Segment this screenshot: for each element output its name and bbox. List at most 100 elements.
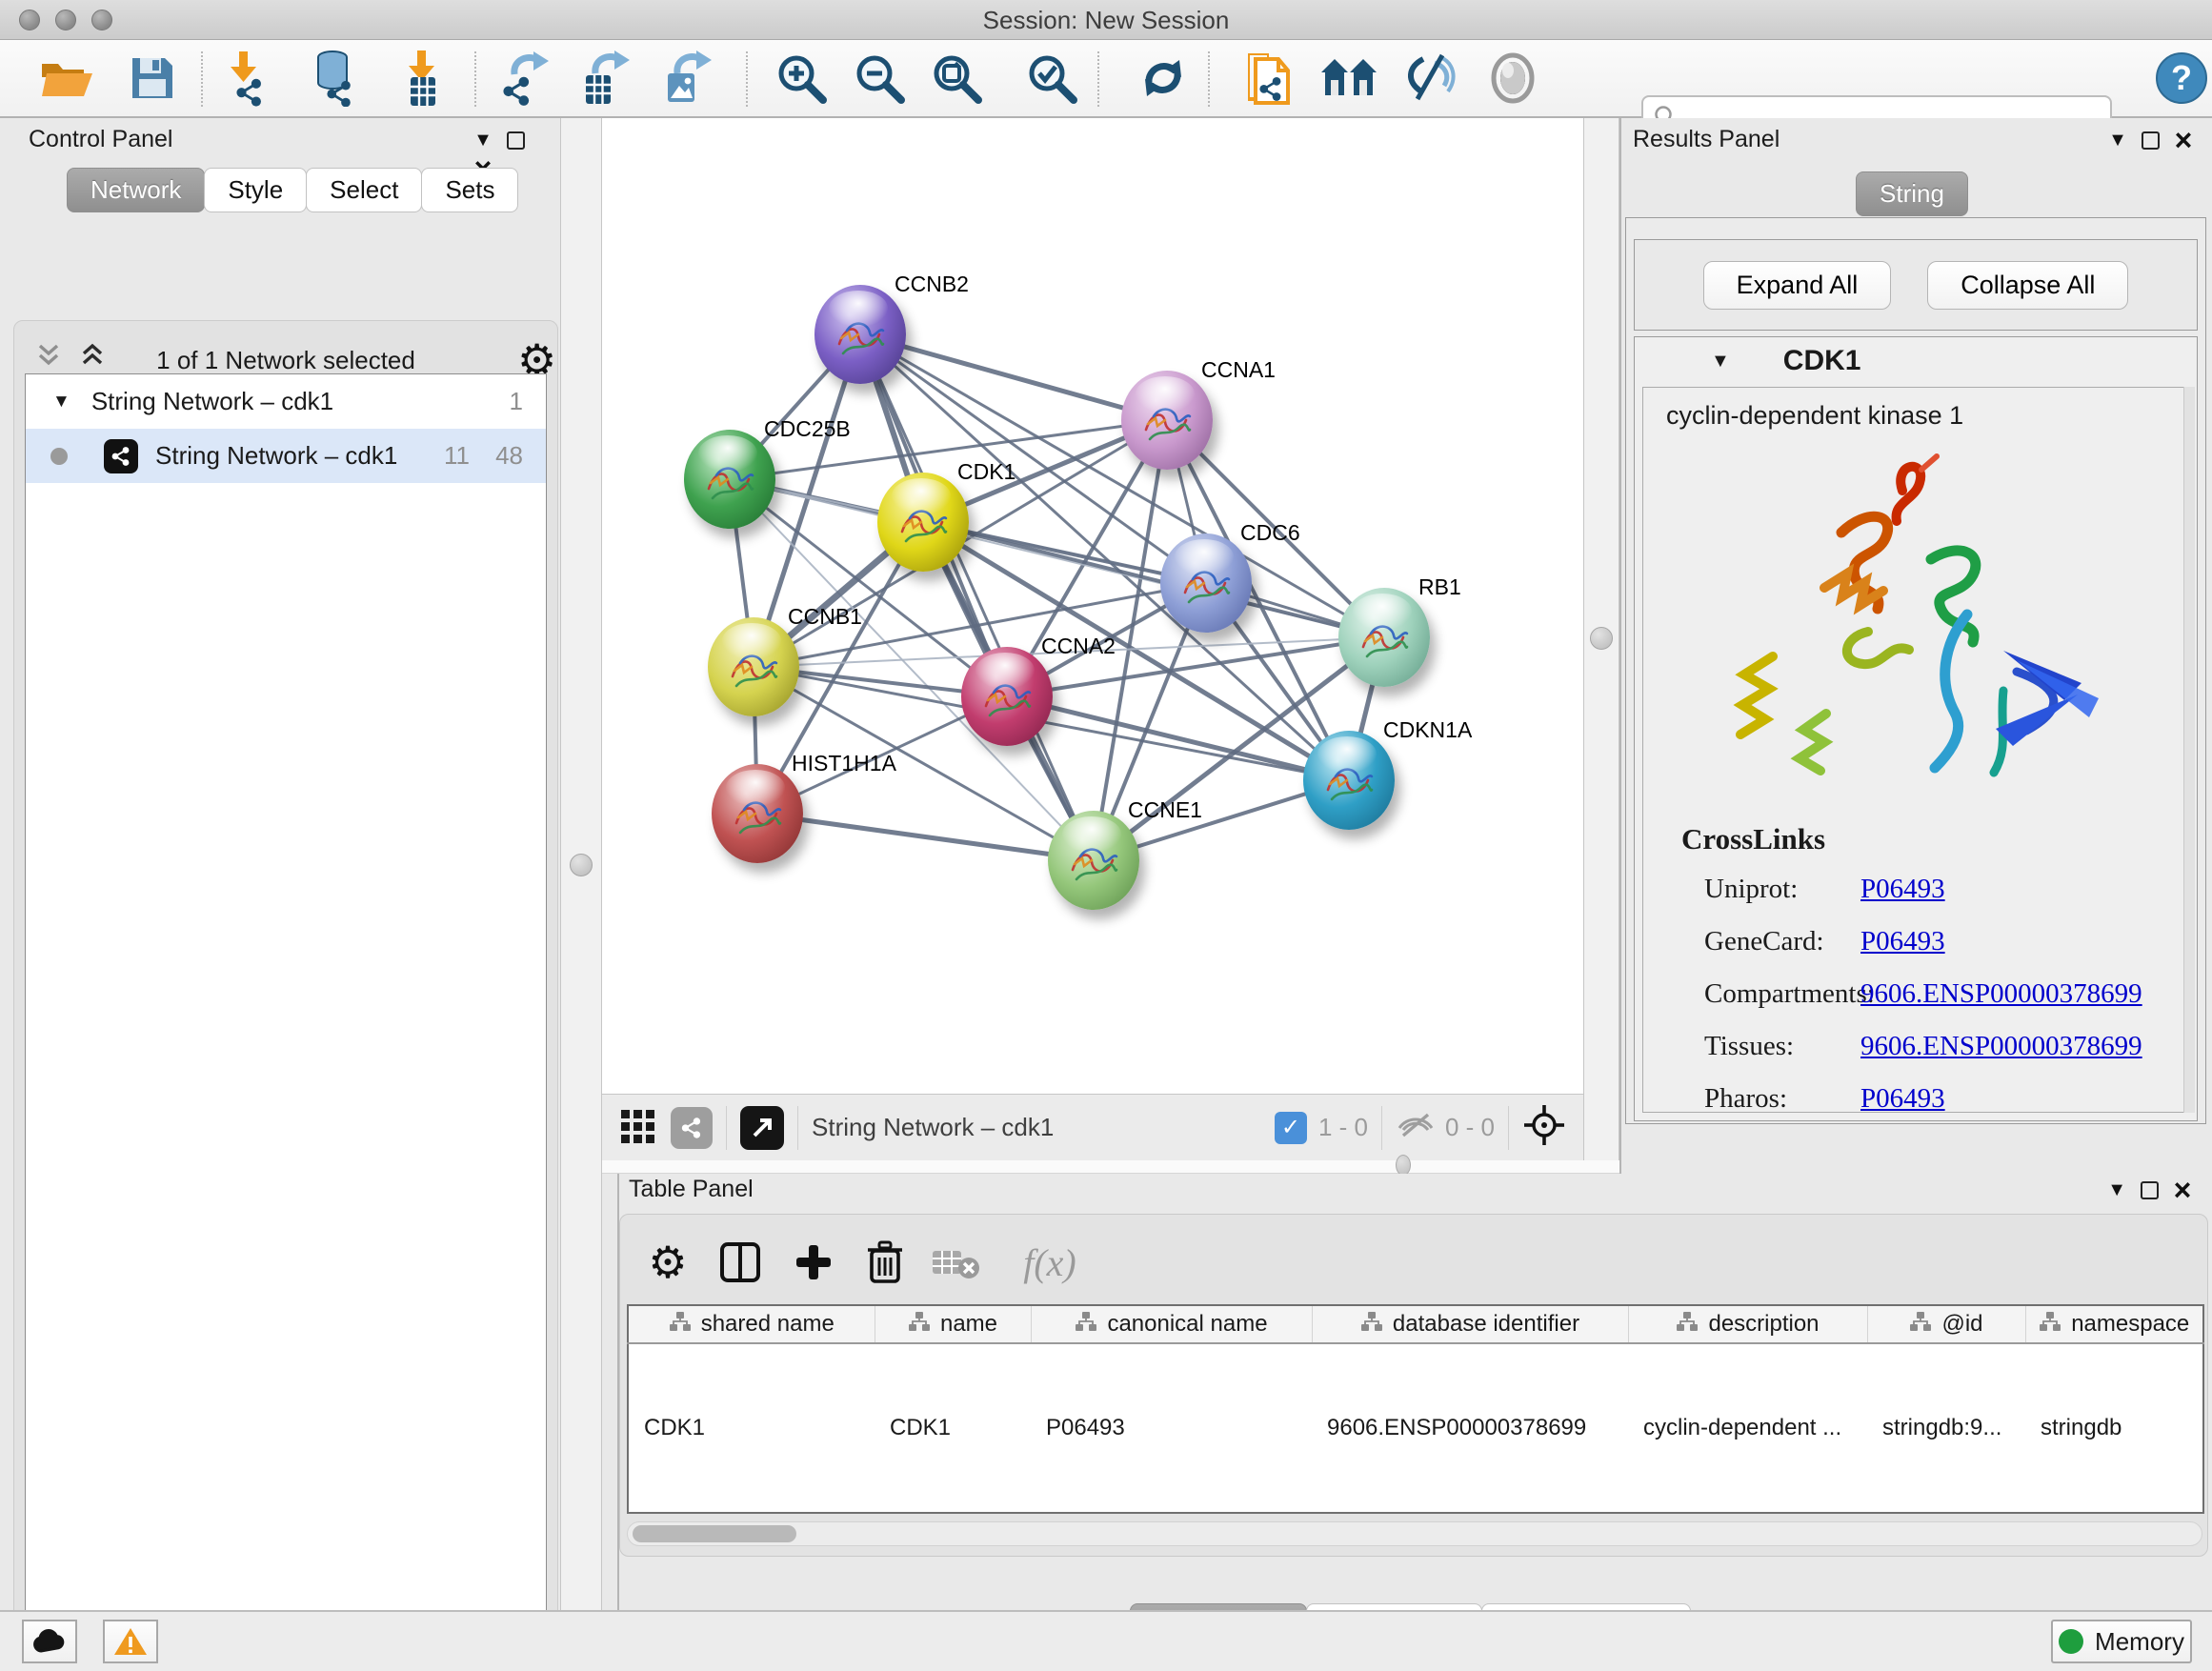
network-node-CDC25B[interactable] [684, 430, 775, 529]
zoom-out-button[interactable] [849, 50, 910, 111]
network-node-CCNA1[interactable] [1121, 371, 1213, 470]
collapse-all-button[interactable]: Collapse All [1927, 261, 2128, 310]
add-column-plus-icon[interactable] [787, 1236, 840, 1289]
cdk1-entry-header[interactable]: ▼ CDK1 [1635, 337, 2197, 385]
share-document-button[interactable] [1237, 50, 1297, 111]
network-node-CCNB2[interactable] [814, 285, 906, 384]
results-scrollbar[interactable] [2183, 387, 2195, 1113]
network-node-CDKN1A[interactable] [1303, 731, 1395, 830]
column-header-database-identifier[interactable]: database identifier [1312, 1305, 1628, 1343]
table-scrollbar[interactable] [627, 1521, 2202, 1546]
toolbar-separator [201, 51, 203, 107]
sphere-button[interactable] [1482, 50, 1543, 111]
network-view-share-icon[interactable] [671, 1107, 713, 1149]
left-splitter-knob[interactable] [570, 854, 593, 876]
network-collection-row[interactable]: ▼ String Network – cdk1 1 [26, 374, 546, 429]
table-cell[interactable]: CDK1 [628, 1343, 875, 1513]
delete-table-icon[interactable] [929, 1236, 982, 1289]
cloud-button[interactable] [22, 1620, 77, 1663]
control-panel-title: Control Panel [29, 126, 172, 152]
network-node-CCNB1[interactable] [708, 617, 799, 716]
control-panel-float-button[interactable] [501, 126, 530, 154]
delete-column-trash-icon[interactable] [858, 1236, 912, 1289]
hidden-eye-icon[interactable] [1396, 1109, 1436, 1146]
memory-button[interactable]: Memory [2051, 1620, 2192, 1663]
table-panel-menu-button[interactable]: ▼ [2102, 1176, 2131, 1204]
table-box: ⚙ f(x) shared namenamecanonical namedata… [619, 1214, 2208, 1557]
function-builder-icon[interactable]: f(x) [997, 1236, 1102, 1289]
control-panel-menu-button[interactable]: ▼ [469, 126, 497, 154]
crosslink-link-genecard[interactable]: P06493 [1860, 926, 1945, 957]
tab-string[interactable]: String [1856, 171, 1968, 216]
column-header-shared-name[interactable]: shared name [628, 1305, 875, 1343]
fit-content-crosshair-icon[interactable] [1522, 1103, 1566, 1152]
refresh-button[interactable] [1133, 50, 1194, 111]
selected-checkbox-icon[interactable]: ✓ [1275, 1112, 1307, 1144]
table-scrollbar-thumb[interactable] [633, 1525, 796, 1542]
network-canvas[interactable]: CCNB2CCNA1CDC25BCDK1CDC6RB1CCNB1CCNA2CDK… [602, 118, 1583, 1094]
expand-all-button[interactable]: Expand All [1703, 261, 1892, 310]
tab-style[interactable]: Style [204, 168, 307, 212]
show-columns-icon[interactable] [714, 1236, 767, 1289]
import-table-button[interactable] [393, 50, 454, 111]
refresh-icon [1137, 52, 1189, 109]
network-node-CDC6[interactable] [1160, 534, 1252, 633]
cdk1-collapse-icon[interactable]: ▼ [1711, 351, 1730, 372]
left-splitter[interactable] [560, 118, 602, 1610]
tab-network[interactable]: Network [67, 168, 205, 212]
table-row[interactable]: CDK1CDK1P064939606.ENSP00000378699cyclin… [628, 1343, 2203, 1513]
table-cell[interactable]: 9606.ENSP00000378699 [1312, 1343, 1628, 1513]
export-network-button[interactable] [495, 50, 556, 111]
hide-unhide-button[interactable] [1399, 50, 1460, 111]
warning-button[interactable] [103, 1620, 158, 1663]
zoom-fit-button[interactable] [926, 50, 987, 111]
network-row[interactable]: String Network – cdk1 11 48 [26, 429, 546, 483]
network-node-CDK1[interactable] [877, 473, 969, 572]
table-cell[interactable]: stringdb [2025, 1343, 2203, 1513]
collection-expand-icon[interactable]: ▼ [52, 392, 70, 413]
open-session-button[interactable] [36, 50, 97, 111]
network-edge-HIST1H1A-CCNE1[interactable] [757, 814, 1094, 860]
column-header--id[interactable]: @id [1867, 1305, 2025, 1343]
birds-eye-view-icon[interactable] [740, 1106, 784, 1150]
zoom-in-button[interactable] [771, 50, 832, 111]
network-node-CCNE1[interactable] [1048, 811, 1139, 910]
table-cell[interactable]: cyclin-dependent ... [1628, 1343, 1867, 1513]
tab-select[interactable]: Select [306, 168, 422, 212]
table-options-gear-icon[interactable]: ⚙ [641, 1236, 694, 1289]
results-panel-float-button[interactable] [2136, 126, 2164, 154]
import-network-file-button[interactable] [219, 50, 280, 111]
network-edge-CDK1-RB1[interactable] [923, 522, 1384, 637]
network-node-CCNA2[interactable] [961, 647, 1053, 746]
tab-sets[interactable]: Sets [421, 168, 518, 212]
table-panel-float-button[interactable] [2136, 1176, 2164, 1204]
column-header-canonical-name[interactable]: canonical name [1031, 1305, 1312, 1343]
zoom-selected-button[interactable] [1021, 50, 1082, 111]
column-header-name[interactable]: name [875, 1305, 1031, 1343]
home-networks-button[interactable] [1318, 50, 1379, 111]
import-network-database-button[interactable] [305, 50, 366, 111]
results-panel-close-button[interactable]: × [2169, 126, 2198, 154]
help-button[interactable]: ? [2151, 50, 2212, 111]
save-session-button[interactable] [122, 50, 183, 111]
grid-view-icon[interactable] [619, 1106, 657, 1149]
crosslink-link-compartments[interactable]: 9606.ENSP00000378699 [1860, 978, 2142, 1010]
export-table-button[interactable] [576, 50, 637, 111]
crosslink-link-tissues[interactable]: 9606.ENSP00000378699 [1860, 1031, 2142, 1062]
table-cell[interactable]: stringdb:9... [1867, 1343, 2025, 1513]
table-cell[interactable]: P06493 [1031, 1343, 1312, 1513]
table-cell[interactable]: CDK1 [875, 1343, 1031, 1513]
network-node-HIST1H1A[interactable] [712, 764, 803, 863]
column-header-namespace[interactable]: namespace [2025, 1305, 2203, 1343]
results-panel-menu-button[interactable]: ▼ [2103, 126, 2132, 154]
column-header-description[interactable]: description [1628, 1305, 1867, 1343]
export-image-button[interactable] [658, 50, 719, 111]
crosslink-link-pharos[interactable]: P06493 [1860, 1083, 1945, 1115]
right-splitter-knob[interactable] [1590, 627, 1613, 650]
crosslink-link-uniprot[interactable]: P06493 [1860, 874, 1945, 905]
horizontal-splitter-knob[interactable] [1396, 1155, 1411, 1176]
network-edge-CCNB2-CCNE1[interactable] [860, 334, 1094, 860]
network-node-RB1[interactable] [1338, 588, 1430, 687]
table-panel-close-button[interactable]: × [2168, 1176, 2197, 1204]
expand-collapse-bar: Expand All Collapse All [1634, 239, 2198, 331]
